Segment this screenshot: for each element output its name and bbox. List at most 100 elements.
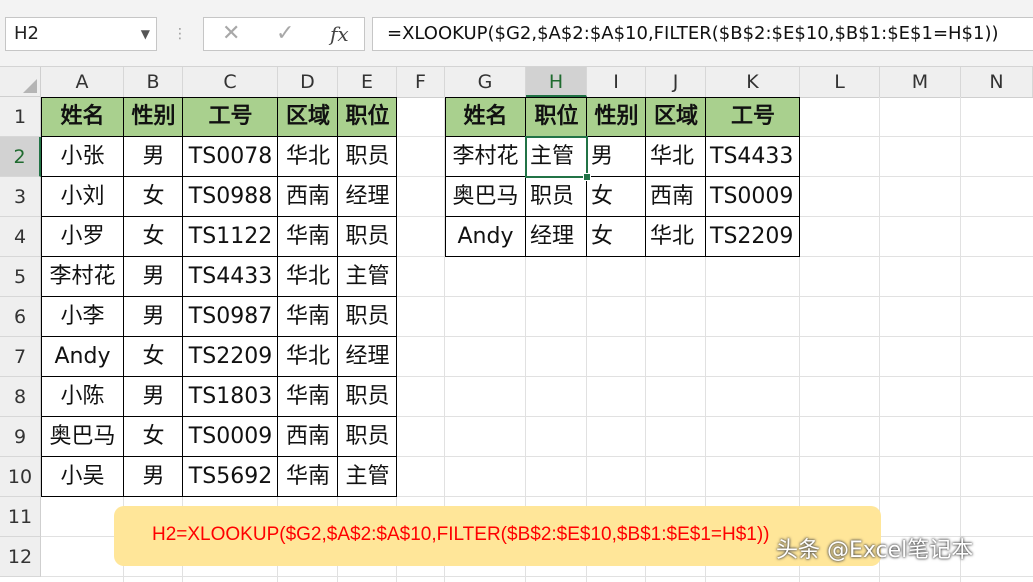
row-header-8[interactable]: 8 — [0, 377, 41, 417]
row-header-5[interactable]: 5 — [0, 257, 41, 297]
result_table-cell[interactable]: TS0009 — [706, 177, 800, 217]
row-header-6[interactable]: 6 — [0, 297, 41, 337]
insert-function-icon[interactable]: fx — [330, 18, 349, 50]
source_table-cell[interactable]: TS0987 — [183, 297, 278, 337]
result_table-header-cell[interactable]: 职位 — [526, 97, 587, 137]
source_table-cell[interactable]: 小吴 — [41, 457, 124, 497]
row-header-2[interactable]: 2 — [0, 137, 41, 177]
source_table-cell[interactable]: 经理 — [338, 177, 397, 217]
source_table-cell[interactable]: 西南 — [278, 417, 338, 457]
column-header-n[interactable]: N — [961, 67, 1033, 97]
result_table-cell[interactable]: 李村花 — [445, 137, 526, 177]
source_table-cell[interactable]: 女 — [124, 177, 183, 217]
column-header-h[interactable]: H — [526, 67, 587, 97]
source_table-cell[interactable]: 华北 — [278, 337, 338, 377]
source_table-cell[interactable]: 小陈 — [41, 377, 124, 417]
enter-icon[interactable]: ✓ — [276, 18, 294, 50]
source_table-cell[interactable]: 男 — [124, 457, 183, 497]
row-header-1[interactable]: 1 — [0, 97, 41, 137]
result_table-cell[interactable]: TS4433 — [706, 137, 800, 177]
source_table-cell[interactable]: 职员 — [338, 137, 397, 177]
source_table-cell[interactable]: 男 — [124, 377, 183, 417]
source_table-cell[interactable]: 职员 — [338, 417, 397, 457]
column-header-f[interactable]: F — [397, 67, 445, 97]
source_table-cell[interactable]: TS1122 — [183, 217, 278, 257]
source_table-cell[interactable]: 小刘 — [41, 177, 124, 217]
row-header-9[interactable]: 9 — [0, 417, 41, 457]
source_table-cell[interactable]: 小罗 — [41, 217, 124, 257]
source_table-cell[interactable]: 男 — [124, 257, 183, 297]
source_table-cell[interactable]: 女 — [124, 337, 183, 377]
source_table-cell[interactable]: 女 — [124, 417, 183, 457]
result_table-cell[interactable]: 西南 — [646, 177, 706, 217]
source_table-header-cell[interactable]: 工号 — [183, 97, 278, 137]
source_table-cell[interactable]: TS0988 — [183, 177, 278, 217]
row-header-12[interactable]: 12 — [0, 537, 41, 577]
result_table-header-cell[interactable]: 姓名 — [445, 97, 526, 137]
source_table-header-cell[interactable]: 职位 — [338, 97, 397, 137]
source_table-cell[interactable]: 华南 — [278, 297, 338, 337]
column-header-l[interactable]: L — [800, 67, 880, 97]
row-header-11[interactable]: 11 — [0, 497, 41, 537]
column-header-c[interactable]: C — [183, 67, 278, 97]
row-header-4[interactable]: 4 — [0, 217, 41, 257]
result_table-cell[interactable]: Andy — [445, 217, 526, 257]
name-box[interactable]: H2 ▼ — [5, 17, 157, 51]
result_table-cell[interactable]: 华北 — [646, 137, 706, 177]
result_table-header-cell[interactable]: 性别 — [587, 97, 646, 137]
source_table-cell[interactable]: 小张 — [41, 137, 124, 177]
result_table-cell[interactable]: 华北 — [646, 217, 706, 257]
result_table-cell[interactable]: TS2209 — [706, 217, 800, 257]
column-header-j[interactable]: J — [646, 67, 706, 97]
source_table-cell[interactable]: TS5692 — [183, 457, 278, 497]
result_table-cell[interactable]: 经理 — [526, 217, 587, 257]
source_table-cell[interactable]: TS2209 — [183, 337, 278, 377]
column-header-a[interactable]: A — [41, 67, 124, 97]
result_table-cell[interactable]: 女 — [587, 217, 646, 257]
source_table-cell[interactable]: TS1803 — [183, 377, 278, 417]
source_table-cell[interactable]: TS0009 — [183, 417, 278, 457]
source_table-cell[interactable]: 华南 — [278, 217, 338, 257]
result_table-cell[interactable]: 职员 — [526, 177, 587, 217]
source_table-cell[interactable]: 华北 — [278, 137, 338, 177]
selected-cell-outline[interactable] — [525, 136, 588, 178]
select-all-corner[interactable] — [0, 67, 41, 97]
source_table-cell[interactable]: 主管 — [338, 457, 397, 497]
column-header-e[interactable]: E — [338, 67, 397, 97]
row-header-10[interactable]: 10 — [0, 457, 41, 497]
source_table-cell[interactable]: 职员 — [338, 377, 397, 417]
source_table-cell[interactable]: Andy — [41, 337, 124, 377]
source_table-cell[interactable]: 女 — [124, 217, 183, 257]
source_table-cell[interactable]: 男 — [124, 137, 183, 177]
fill-handle[interactable] — [583, 173, 591, 181]
source_table-cell[interactable]: 华南 — [278, 457, 338, 497]
column-header-d[interactable]: D — [278, 67, 338, 97]
cancel-icon[interactable]: ✕ — [222, 18, 240, 50]
column-header-m[interactable]: M — [880, 67, 961, 97]
result_table-header-cell[interactable]: 区域 — [646, 97, 706, 137]
row-header-7[interactable]: 7 — [0, 337, 41, 377]
source_table-cell[interactable]: 男 — [124, 297, 183, 337]
source_table-cell[interactable]: 主管 — [338, 257, 397, 297]
source_table-cell[interactable]: TS4433 — [183, 257, 278, 297]
source_table-header-cell[interactable]: 区域 — [278, 97, 338, 137]
row-header-3[interactable]: 3 — [0, 177, 41, 217]
source_table-cell[interactable]: 职员 — [338, 217, 397, 257]
source_table-cell[interactable]: 西南 — [278, 177, 338, 217]
source_table-cell[interactable]: 李村花 — [41, 257, 124, 297]
column-header-g[interactable]: G — [445, 67, 526, 97]
column-header-k[interactable]: K — [706, 67, 800, 97]
formula-input[interactable]: =XLOOKUP($G2,$A$2:$A$10,FILTER($B$2:$E$1… — [372, 17, 1033, 51]
result_table-cell[interactable]: 奥巴马 — [445, 177, 526, 217]
column-header-i[interactable]: I — [587, 67, 646, 97]
chevron-down-icon[interactable]: ▼ — [141, 18, 150, 50]
result_table-header-cell[interactable]: 工号 — [706, 97, 800, 137]
source_table-cell[interactable]: 奥巴马 — [41, 417, 124, 457]
source_table-cell[interactable]: 经理 — [338, 337, 397, 377]
source_table-cell[interactable]: TS0078 — [183, 137, 278, 177]
source_table-cell[interactable]: 职员 — [338, 297, 397, 337]
source_table-header-cell[interactable]: 性别 — [124, 97, 183, 137]
source_table-cell[interactable]: 华南 — [278, 377, 338, 417]
source_table-cell[interactable]: 华北 — [278, 257, 338, 297]
result_table-cell[interactable]: 女 — [587, 177, 646, 217]
